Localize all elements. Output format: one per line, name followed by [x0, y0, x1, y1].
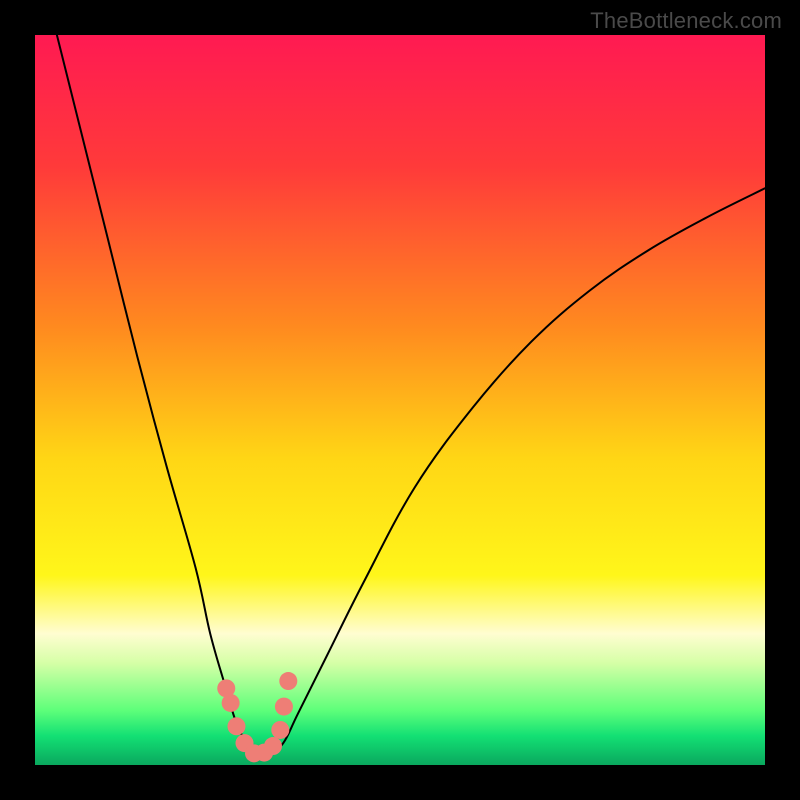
marker-point — [279, 672, 297, 690]
curve-layer — [35, 35, 765, 765]
chart-frame: TheBottleneck.com — [0, 0, 800, 800]
bottleneck-curve — [57, 35, 765, 756]
marker-point — [264, 737, 282, 755]
plot-area — [35, 35, 765, 765]
marker-point — [227, 717, 245, 735]
marker-point — [271, 721, 289, 739]
watermark-text: TheBottleneck.com — [590, 8, 782, 34]
marker-point — [275, 698, 293, 716]
marker-group — [217, 672, 297, 762]
marker-point — [222, 694, 240, 712]
